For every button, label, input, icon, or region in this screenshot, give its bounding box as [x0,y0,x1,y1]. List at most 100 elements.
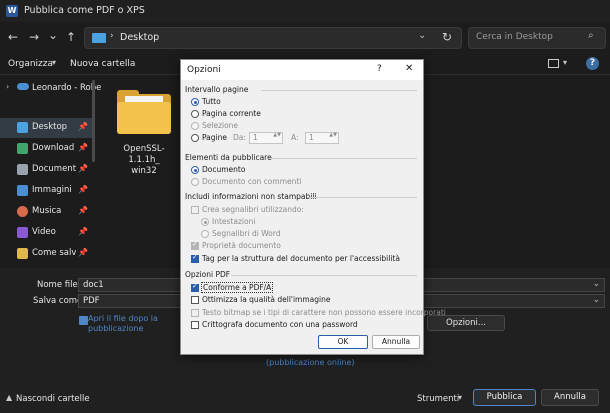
address-dropdown-icon[interactable]: ⌄ [418,30,426,41]
filename-label: Nome file: [37,280,81,290]
encrypt-checkbox[interactable] [191,321,199,329]
expand-chevron-icon[interactable]: › [6,82,9,91]
video-icon [17,227,28,238]
from-page-value[interactable]: 1 [253,133,258,142]
hide-folders-chevron-icon[interactable]: ▲ [6,393,12,402]
radio-headings-label[interactable]: Intestazioni [212,217,255,226]
radio-pages-label[interactable]: Pagine [202,133,227,142]
cancel-button[interactable]: Annulla [541,389,599,406]
sidebar-item-label: Leonardo - Robe [32,83,102,93]
sidebar-item-video[interactable]: Video 📌 [0,223,92,243]
nonprint-heading: Includi informazioni non stampabili [185,192,317,201]
sidebar-item-documenti[interactable]: Documenti 📌 [0,160,92,180]
organize-chevron-icon[interactable]: ▾ [52,58,56,67]
options-button[interactable]: Opzioni... [427,315,505,331]
new-folder-button[interactable]: Nuova cartella [70,59,135,69]
open-after-publish-checkbox[interactable] [79,316,88,325]
savetype-value[interactable]: PDF [83,296,100,306]
open-after-publish-label[interactable]: Apri il file dopo la pubblicazione [88,314,168,334]
publish-button[interactable]: Pubblica [473,389,536,406]
sidebar-item-come-salvare[interactable]: Come salvare 📌 [0,244,92,264]
doc-properties-label[interactable]: Proprietà documento [202,241,281,250]
radio-selection-label[interactable]: Selezione [202,121,238,130]
publish-online-link[interactable]: (pubblicazione online) [266,358,355,367]
radio-document-with-comments[interactable] [191,178,199,186]
page-range-heading: Intervallo pagine [185,85,249,94]
bitmap-text-checkbox[interactable] [191,309,199,317]
radio-headings[interactable] [201,218,209,226]
tools-chevron-icon[interactable]: ▾ [458,393,462,402]
spinner-arrows-icon[interactable]: ▲▼ [273,132,281,138]
radio-document-label[interactable]: Documento [202,165,245,174]
create-bookmarks-label[interactable]: Crea segnalibri utilizzando: [202,205,304,214]
sidebar-item-musica[interactable]: Musica 📌 [0,202,92,222]
to-page-value[interactable]: 1 [309,133,314,142]
encrypt-label[interactable]: Crittografa documento con una password [202,320,358,329]
refresh-icon[interactable]: ↻ [442,30,452,44]
savetype-dropdown-icon[interactable]: ⌄ [592,295,600,305]
pin-icon: 📌 [78,164,88,173]
up-arrow-icon[interactable]: ↑ [63,29,79,45]
to-page-stepper[interactable]: 1 ▲▼ [305,132,339,144]
organize-button[interactable]: Organizza [8,59,53,69]
radio-word-bookmarks[interactable] [201,230,209,238]
pin-icon: 📌 [78,122,88,131]
sidebar-scrollbar[interactable] [92,80,95,162]
optimize-image-checkbox[interactable] [191,296,199,304]
tools-button[interactable]: Strumenti [417,394,459,404]
sidebar-item-label: Immagini [32,185,72,195]
recent-locations-chevron-icon[interactable]: ⌄ [45,27,61,43]
window-title: Pubblica come PDF o XPS [24,5,145,16]
view-mode-icon[interactable] [548,59,559,68]
search-icon[interactable]: ⌕ [588,30,594,41]
sidebar-item-immagini[interactable]: Immagini 📌 [0,181,92,201]
divider [231,275,417,276]
radio-word-bookmarks-label[interactable]: Segnalibri di Word [212,229,280,238]
radio-document[interactable] [191,166,199,174]
view-chevron-icon[interactable]: ▾ [563,58,567,67]
divider [261,90,417,91]
search-placeholder[interactable]: Cerca in Desktop [476,32,553,42]
sidebar-item-download[interactable]: Download 📌 [0,139,92,159]
filename-value[interactable]: doc1 [83,280,104,290]
dialog-cancel-button[interactable]: Annulla [372,335,420,349]
to-label: A: [291,133,299,142]
hide-folders-button[interactable]: Nascondi cartelle [16,394,90,404]
radio-document-with-comments-label[interactable]: Documento con commenti [202,177,301,186]
breadcrumb-desktop[interactable]: Desktop [120,32,159,43]
ok-button[interactable]: OK [318,335,368,349]
options-dialog: Opzioni ? ✕ Intervallo pagine Tutto Pagi… [180,59,446,355]
pictures-icon [17,185,28,196]
desktop-folder-icon [92,33,106,43]
sidebar-item-desktop[interactable]: Desktop 📌 [0,118,92,138]
pdfa-label[interactable]: Conforme a PDF/A [201,282,274,293]
optimize-image-label[interactable]: Ottimizza la qualità dell'immagine [202,295,330,304]
dialog-help-icon[interactable]: ? [377,64,382,74]
create-bookmarks-checkbox[interactable] [191,206,199,214]
radio-current-page[interactable] [191,110,199,118]
folder-name-label[interactable]: OpenSSL-1.1.1h_ win32 [108,144,180,177]
filename-dropdown-icon[interactable]: ⌄ [592,279,600,289]
sidebar-item-label: Download [32,143,75,153]
sidebar-item-label: Documenti [32,164,76,174]
help-icon[interactable]: ? [586,57,599,70]
pdfa-checkbox[interactable] [191,282,199,292]
pin-icon: 📌 [78,227,88,236]
folder-icon[interactable] [117,90,171,134]
doc-properties-checkbox[interactable] [191,240,199,250]
radio-selection[interactable] [191,122,199,130]
accessibility-tags-label[interactable]: Tag per la struttura del documento per l… [202,254,400,263]
radio-all-pages-label[interactable]: Tutto [202,97,221,106]
accessibility-tags-checkbox[interactable] [191,253,199,263]
bitmap-text-label[interactable]: Testo bitmap se i tipi di carattere non … [202,308,446,317]
from-label: Da: [233,133,246,142]
back-arrow-icon[interactable]: ← [5,29,21,45]
forward-arrow-icon[interactable]: → [26,29,42,45]
from-page-stepper[interactable]: 1 ▲▼ [249,132,283,144]
radio-all-pages[interactable] [191,98,199,106]
radio-pages[interactable] [191,134,199,142]
sidebar-item-onedrive[interactable]: › Leonardo - Robe [0,77,101,97]
spinner-arrows-icon[interactable]: ▲▼ [329,132,337,138]
radio-current-page-label[interactable]: Pagina corrente [202,109,261,118]
dialog-close-icon[interactable]: ✕ [405,63,413,74]
